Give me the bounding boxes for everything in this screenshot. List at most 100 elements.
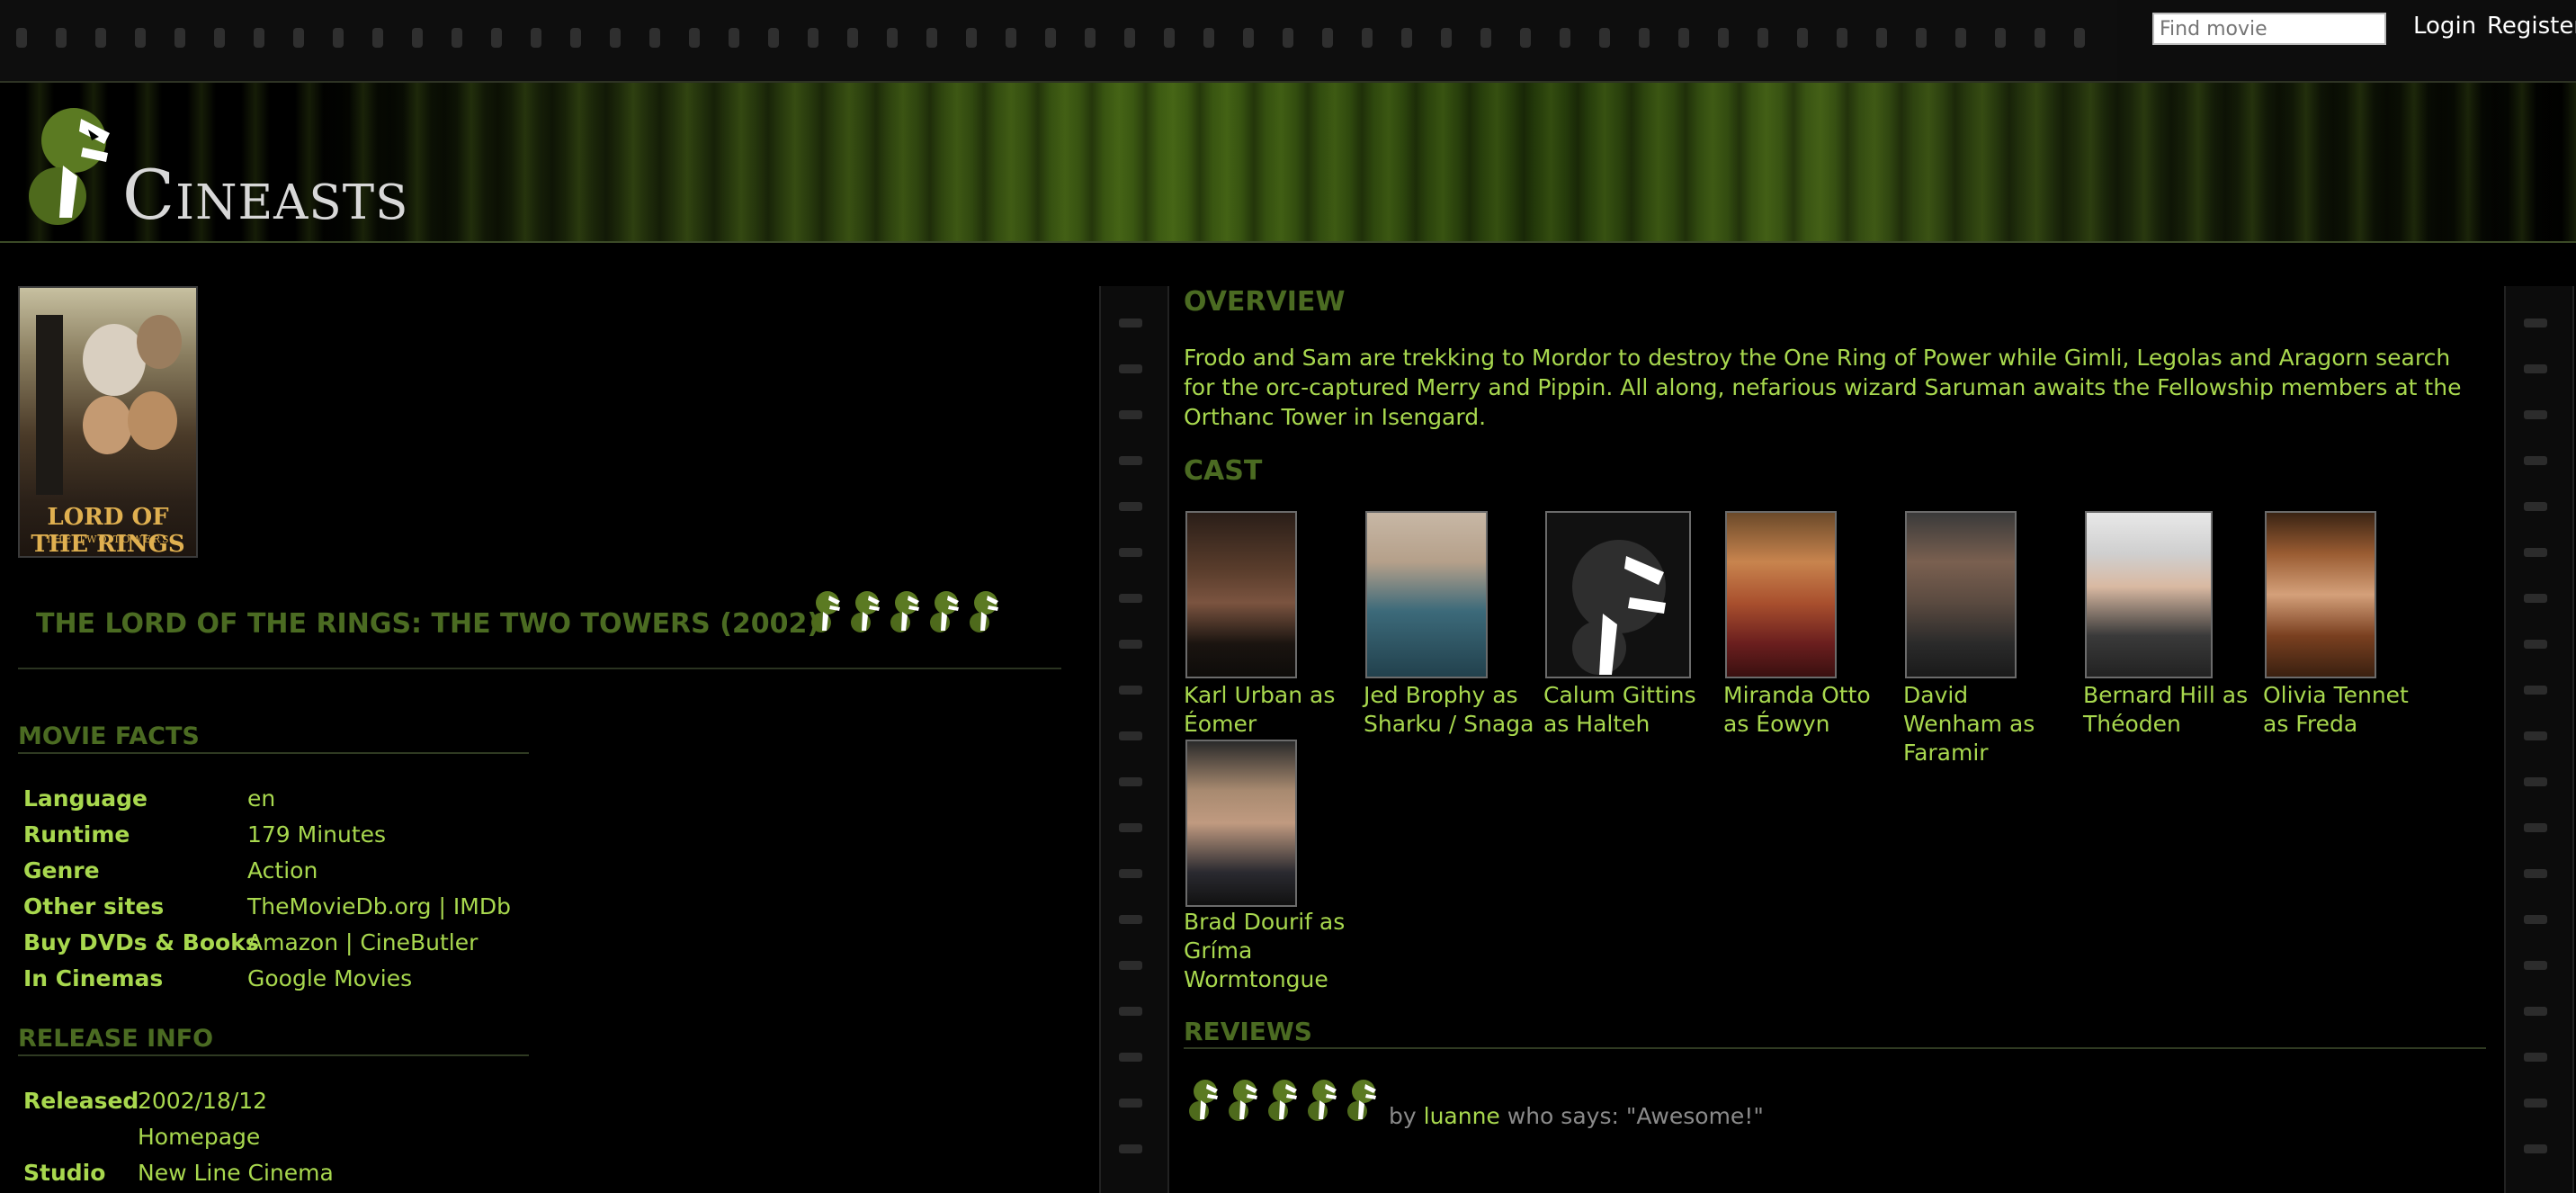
film-hole — [2524, 548, 2547, 557]
film-hole — [1480, 28, 1491, 48]
cast-photo[interactable] — [1905, 511, 2017, 678]
rating-star-icon — [1189, 1080, 1218, 1121]
fact-label-in-cinemas: In Cinemas — [23, 965, 164, 991]
film-hole — [729, 28, 739, 48]
cast-photo[interactable] — [1185, 511, 1297, 678]
cast-name[interactable]: Olivia Tennet as Freda — [2263, 681, 2434, 739]
fact-value-genre[interactable]: Action — [247, 857, 318, 884]
film-hole — [1837, 28, 1847, 48]
film-strip-right — [2504, 286, 2574, 1193]
film-hole — [1119, 502, 1142, 511]
poster-figure — [83, 324, 146, 396]
cast-photo[interactable] — [2085, 511, 2213, 678]
film-hole — [1876, 28, 1887, 48]
film-hole — [412, 28, 423, 48]
film-hole — [649, 28, 660, 48]
logo-icon[interactable] — [22, 103, 121, 229]
film-hole — [1203, 28, 1214, 48]
placeholder-logo-icon — [1572, 540, 1666, 675]
film-hole — [1362, 28, 1373, 48]
film-hole — [372, 28, 383, 48]
cast-name[interactable]: Calum Gittins as Halteh — [1543, 681, 1714, 739]
film-hole — [333, 28, 344, 48]
film-hole — [1797, 28, 1808, 48]
review-by: by — [1389, 1103, 1417, 1129]
poster-figure — [137, 315, 182, 369]
film-hole — [214, 28, 225, 48]
cast-name[interactable]: Karl Urban as Éomer — [1184, 681, 1355, 739]
cast-photo[interactable] — [1365, 511, 1488, 678]
login-link[interactable]: Login — [2413, 13, 2476, 40]
poster-title: LORD OF THE RINGS — [31, 504, 185, 558]
film-hole — [1119, 961, 1142, 970]
film-hole — [610, 28, 621, 48]
film-hole — [1119, 777, 1142, 786]
cast-name[interactable]: David Wenham as Faramir — [1903, 681, 2074, 767]
film-hole — [1520, 28, 1531, 48]
film-hole — [1560, 28, 1570, 48]
film-strip-decoration — [0, 0, 2117, 81]
film-hole — [2524, 869, 2547, 878]
cast-name[interactable]: Brad Dourif as Gríma Wormtongue — [1184, 908, 1355, 994]
poster-figure — [83, 396, 132, 454]
film-hole — [135, 28, 146, 48]
film-hole — [1322, 28, 1333, 48]
cast-photo[interactable] — [1185, 740, 1297, 907]
film-hole — [1119, 731, 1142, 740]
film-hole — [1283, 28, 1293, 48]
review-user-link[interactable]: luanne — [1424, 1103, 1500, 1129]
release-value-studio[interactable]: New Line Cinema — [138, 1160, 334, 1186]
fact-value-language: en — [247, 785, 276, 812]
film-hole — [2524, 640, 2547, 649]
film-hole — [2524, 1007, 2547, 1016]
film-hole — [2524, 364, 2547, 373]
fact-value-runtime: 179 Minutes — [247, 821, 387, 848]
film-hole — [2074, 28, 2085, 48]
film-hole — [95, 28, 106, 48]
film-hole — [1119, 686, 1142, 695]
film-hole — [1955, 28, 1966, 48]
review-text: who says: "Awesome!" — [1507, 1103, 1764, 1129]
search-input[interactable] — [2152, 13, 2386, 45]
film-hole — [1916, 28, 1927, 48]
film-hole — [1119, 1099, 1142, 1108]
fact-value-buy[interactable]: Amazon | CineButler — [247, 929, 478, 955]
film-hole — [1758, 28, 1768, 48]
film-hole — [2524, 686, 2547, 695]
film-hole — [847, 28, 858, 48]
rating-star-icon — [970, 591, 998, 632]
film-hole — [1119, 318, 1142, 327]
rating-star-icon — [1268, 1080, 1297, 1121]
film-hole — [966, 28, 977, 48]
rating-star-icon — [930, 591, 959, 632]
film-hole — [1119, 640, 1142, 649]
cast-photo-placeholder[interactable] — [1545, 511, 1691, 678]
film-hole — [1119, 915, 1142, 924]
film-hole — [1045, 28, 1056, 48]
divider — [18, 752, 529, 754]
register-link[interactable]: Register — [2487, 13, 2576, 40]
film-strip-left — [1099, 286, 1169, 1193]
site-logo-text[interactable]: Cineasts — [122, 155, 408, 235]
cast-name[interactable]: Bernard Hill as Théoden — [2083, 681, 2254, 739]
film-hole — [1164, 28, 1175, 48]
film-hole — [2524, 410, 2547, 419]
film-hole — [1124, 28, 1135, 48]
film-hole — [1119, 410, 1142, 419]
release-label-studio: Studio — [23, 1160, 106, 1186]
fact-value-other-sites[interactable]: TheMovieDb.org | IMDb — [247, 893, 511, 919]
movie-title: THE LORD OF THE RINGS: THE TWO TOWERS (2… — [36, 608, 820, 640]
cast-name[interactable]: Jed Brophy as Sharku / Snaga — [1364, 681, 1534, 739]
cast-name[interactable]: Miranda Otto as Éowyn — [1723, 681, 1894, 739]
cast-photo[interactable] — [1725, 511, 1837, 678]
film-hole — [1119, 1007, 1142, 1016]
film-hole — [1243, 28, 1254, 48]
film-hole — [1995, 28, 2006, 48]
fact-value-in-cinemas[interactable]: Google Movies — [247, 965, 412, 991]
homepage-link[interactable]: Homepage — [138, 1124, 260, 1150]
divider — [18, 1054, 529, 1056]
film-hole — [2524, 594, 2547, 603]
rating-star-icon — [1347, 1080, 1376, 1121]
film-hole — [1085, 28, 1096, 48]
cast-photo[interactable] — [2265, 511, 2376, 678]
